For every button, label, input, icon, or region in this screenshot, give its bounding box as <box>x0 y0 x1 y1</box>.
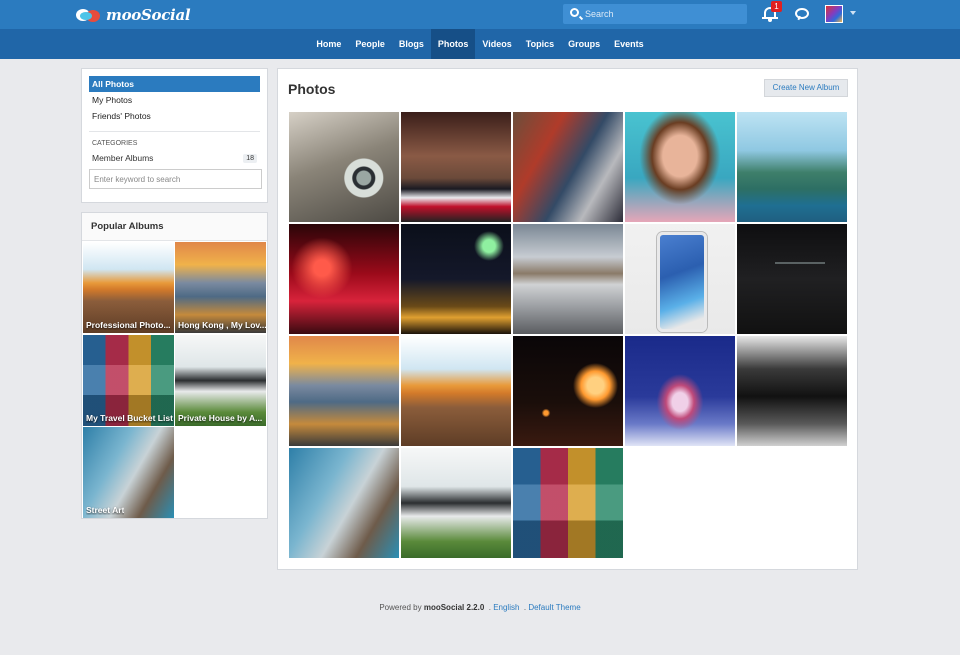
nav-photos[interactable]: Photos <box>430 29 476 59</box>
album-card[interactable]: Street Art <box>83 427 174 518</box>
album-card[interactable]: My Travel Bucket List <box>83 335 174 426</box>
chevron-down-icon[interactable] <box>850 11 856 15</box>
category-member-albums[interactable]: Member Albums 18 <box>89 150 260 166</box>
nav-events[interactable]: Events <box>607 29 651 59</box>
nav-home[interactable]: Home <box>309 29 348 59</box>
search-box[interactable] <box>563 4 747 24</box>
photo-image <box>513 448 623 558</box>
photo-tile[interactable] <box>737 112 847 222</box>
photo-tile[interactable] <box>513 112 623 222</box>
photo-image <box>401 336 511 446</box>
category-count: 18 <box>243 153 257 163</box>
photos-panel: Photos Create New Album <box>277 68 858 570</box>
nav-topics[interactable]: Topics <box>519 29 561 59</box>
photo-image <box>737 112 847 222</box>
photo-tile[interactable] <box>737 224 847 334</box>
footer: Powered by mooSocial 2.2.0 . English . D… <box>379 603 581 612</box>
photo-tile[interactable] <box>625 224 735 334</box>
menu-all-photos[interactable]: All Photos <box>89 76 260 92</box>
photo-tile[interactable] <box>289 448 399 558</box>
powered-by-brand: mooSocial 2.2.0 <box>423 603 485 612</box>
photo-image <box>289 448 399 558</box>
photo-image <box>625 224 735 334</box>
album-label: Private House by A... <box>178 413 263 423</box>
photo-tile[interactable] <box>401 112 511 222</box>
photo-image <box>401 448 511 558</box>
photo-image <box>625 336 735 446</box>
photo-tile[interactable] <box>289 112 399 222</box>
photo-tile[interactable] <box>401 448 511 558</box>
messages-icon[interactable] <box>795 8 809 19</box>
powered-by-prefix: Powered by <box>379 603 422 612</box>
photo-tile[interactable] <box>513 336 623 446</box>
photo-image <box>401 224 511 334</box>
notification-badge: 1 <box>771 1 782 12</box>
photo-tile[interactable] <box>513 224 623 334</box>
album-label: Professional Photo... <box>86 320 171 330</box>
theme-link[interactable]: Default Theme <box>528 603 580 612</box>
page-title: Photos <box>288 81 336 97</box>
photo-tile[interactable] <box>625 112 735 222</box>
logo-text: mooSocial <box>106 6 191 24</box>
search-icon <box>570 8 579 17</box>
site-logo[interactable]: mooSocial <box>76 4 191 26</box>
logo-mark-icon <box>76 7 102 23</box>
photo-image <box>513 336 623 446</box>
photo-tile[interactable] <box>289 224 399 334</box>
photo-tile[interactable] <box>401 336 511 446</box>
photo-tile[interactable] <box>625 336 735 446</box>
photo-image <box>737 336 847 446</box>
photo-tile[interactable] <box>513 448 623 558</box>
photo-image <box>289 224 399 334</box>
photo-tile[interactable] <box>289 336 399 446</box>
album-card[interactable]: Professional Photo... <box>83 242 174 333</box>
photo-image <box>625 112 735 222</box>
popular-albums-panel: Popular Albums Professional Photo... Hon… <box>81 212 268 519</box>
album-card[interactable]: Private House by A... <box>175 335 266 426</box>
album-card[interactable]: Hong Kong , My Lov... <box>175 242 266 333</box>
photo-tile[interactable] <box>401 224 511 334</box>
categories-heading: CATEGORIES <box>92 140 138 147</box>
photo-filter-panel: All Photos My Photos Friends' Photos CAT… <box>81 68 268 203</box>
top-bar: mooSocial 1 <box>0 0 960 29</box>
menu-friends-photos[interactable]: Friends' Photos <box>89 108 260 124</box>
photo-image <box>401 112 511 222</box>
category-label: Member Albums <box>92 153 154 163</box>
menu-my-photos[interactable]: My Photos <box>89 92 260 108</box>
photo-image <box>513 224 623 334</box>
album-label: Hong Kong , My Lov... <box>178 320 266 330</box>
nav-videos[interactable]: Videos <box>475 29 518 59</box>
photo-image <box>513 112 623 222</box>
nav-blogs[interactable]: Blogs <box>392 29 431 59</box>
popular-albums-title: Popular Albums <box>82 213 267 241</box>
keyword-search-input[interactable] <box>89 169 262 189</box>
divider <box>89 131 260 132</box>
photo-image <box>289 112 399 222</box>
photo-tile[interactable] <box>737 336 847 446</box>
photo-image <box>737 224 847 334</box>
album-label: My Travel Bucket List <box>86 413 173 423</box>
nav-people[interactable]: People <box>348 29 392 59</box>
nav-groups[interactable]: Groups <box>561 29 607 59</box>
album-label: Street Art <box>86 505 125 515</box>
search-input[interactable] <box>585 6 743 22</box>
create-new-album-button[interactable]: Create New Album <box>764 79 848 97</box>
photo-image <box>289 336 399 446</box>
main-nav: Home People Blogs Photos Videos Topics G… <box>0 29 960 59</box>
language-link[interactable]: English <box>493 603 519 612</box>
user-avatar[interactable] <box>825 5 843 23</box>
